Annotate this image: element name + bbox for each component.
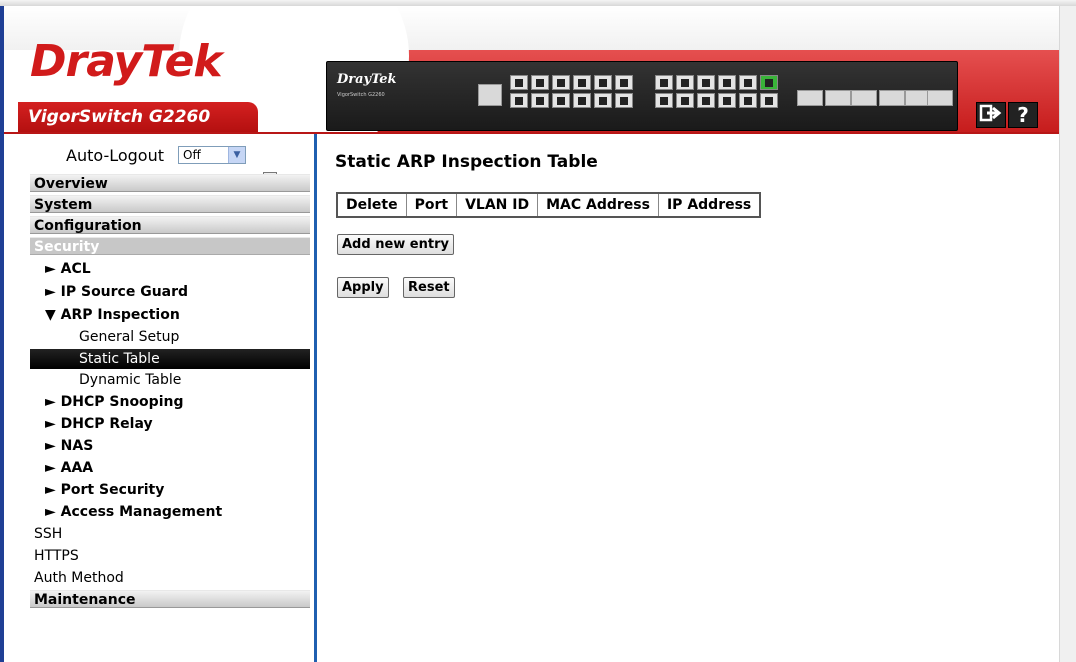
- menu-https[interactable]: HTTPS: [34, 547, 79, 565]
- header-banner: DrayTek VigorSwitch G2260 DrayTek VigorS…: [4, 6, 1059, 134]
- column-header-vlan-id: VLAN ID: [456, 192, 539, 218]
- menu-configuration[interactable]: Configuration: [30, 216, 310, 234]
- logout-icon[interactable]: [976, 102, 1006, 128]
- menu-dhcp-relay[interactable]: ► DHCP Relay: [45, 415, 153, 433]
- menu-access-management[interactable]: ► Access Management: [45, 503, 222, 521]
- sfp-port: [927, 90, 953, 106]
- scrollbar-track[interactable]: [1059, 6, 1076, 662]
- menu-acl[interactable]: ► ACL: [45, 260, 91, 278]
- port-group-1: [510, 75, 633, 108]
- model-name: VigorSwitch G2260: [28, 107, 211, 127]
- menu-maintenance[interactable]: Maintenance: [30, 590, 310, 608]
- menu-security[interactable]: Security: [30, 237, 310, 255]
- sidebar: Auto-Logout Off ▼ + Overview System Conf…: [30, 134, 313, 662]
- menu-system[interactable]: System: [30, 195, 310, 213]
- table-header-row: Delete Port VLAN ID MAC Address IP Addre…: [336, 192, 761, 218]
- menu-auth-method[interactable]: Auth Method: [34, 569, 124, 587]
- menu-dhcp-snooping[interactable]: ► DHCP Snooping: [45, 393, 183, 411]
- page-title: Static ARP Inspection Table: [335, 152, 598, 172]
- menu-ip-source-guard[interactable]: ► IP Source Guard: [45, 283, 188, 301]
- console-port: [478, 84, 502, 106]
- autologout-value: Off: [183, 148, 201, 162]
- menu-general-setup[interactable]: General Setup: [79, 328, 179, 346]
- arrow-right-icon: [979, 104, 1002, 122]
- column-header-delete: Delete: [336, 192, 407, 218]
- menu-overview[interactable]: Overview: [30, 174, 310, 192]
- column-header-port: Port: [405, 192, 458, 218]
- apply-button[interactable]: Apply: [337, 277, 389, 298]
- menu-nas[interactable]: ► NAS: [45, 437, 93, 455]
- port-group-2: [655, 75, 778, 108]
- arp-table: Delete Port VLAN ID MAC Address IP Addre…: [336, 192, 762, 218]
- chevron-down-icon[interactable]: ▼: [228, 147, 245, 163]
- sfp-port: [851, 90, 877, 106]
- switch-device-image: DrayTek VigorSwitch G2260: [326, 61, 958, 131]
- menu-port-security[interactable]: ► Port Security: [45, 481, 164, 499]
- menu-static-table[interactable]: Static Table: [30, 349, 310, 369]
- autologout-label: Auto-Logout: [66, 146, 164, 165]
- help-icon[interactable]: ?: [1008, 102, 1038, 128]
- column-header-ip-address: IP Address: [657, 192, 761, 218]
- device-model-label: VigorSwitch G2260: [337, 92, 385, 98]
- main-content: Static ARP Inspection Table Delete Port …: [317, 134, 1059, 662]
- add-new-entry-button[interactable]: Add new entry: [337, 234, 454, 255]
- menu-ssh[interactable]: SSH: [34, 525, 62, 543]
- sfp-port: [825, 90, 851, 106]
- menu-aaa[interactable]: ► AAA: [45, 459, 93, 477]
- column-header-mac-address: MAC Address: [537, 192, 659, 218]
- sfp-port: [797, 90, 823, 106]
- autologout-select[interactable]: Off ▼: [178, 146, 246, 164]
- menu-dynamic-table[interactable]: Dynamic Table: [79, 371, 181, 389]
- menu-arp-inspection[interactable]: ▼ ARP Inspection: [45, 306, 180, 324]
- draytek-logo: DrayTek: [30, 36, 223, 87]
- sfp-port: [879, 90, 905, 106]
- reset-button[interactable]: Reset: [403, 277, 455, 298]
- device-logo: DrayTek: [337, 72, 397, 87]
